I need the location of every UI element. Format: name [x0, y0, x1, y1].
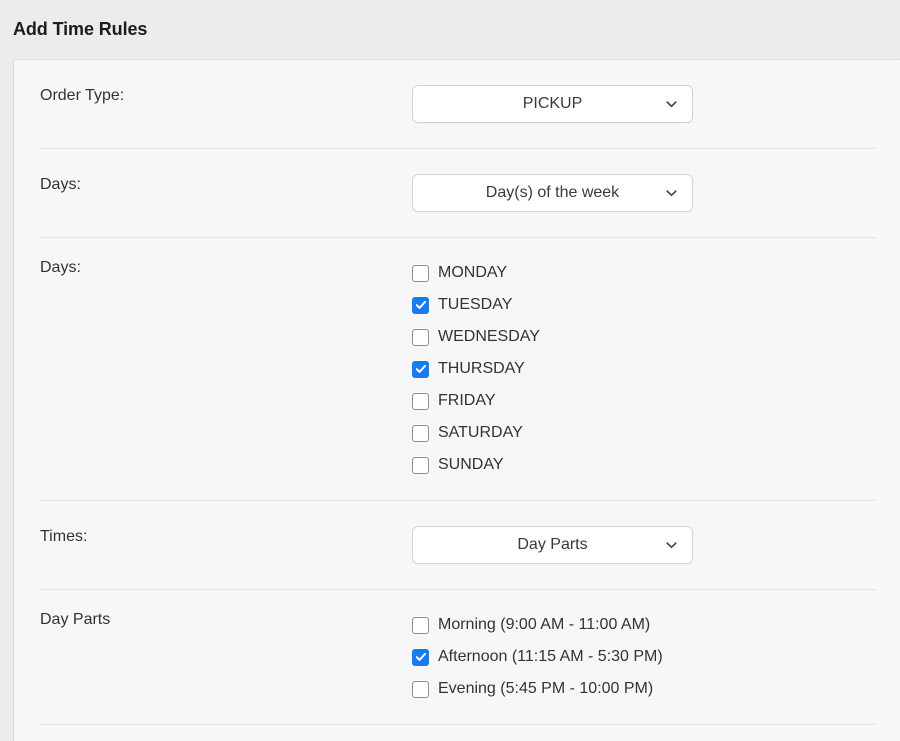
list-item[interactable]: Morning (9:00 AM - 11:00 AM)	[412, 609, 663, 641]
checkbox[interactable]	[412, 680, 429, 698]
days-mode-label: Days:	[40, 176, 81, 193]
row-days-checkboxes: Days: MONDAY TUESDAY WEDNESDAY THURSDAY …	[40, 238, 875, 501]
order-type-label: Order Type:	[40, 87, 125, 104]
days-label: Days:	[40, 259, 81, 276]
checkbox-label: Morning (9:00 AM - 11:00 AM)	[438, 616, 651, 633]
checkbox-label: Evening (5:45 PM - 10:00 PM)	[438, 680, 654, 697]
checkbox-label: SUNDAY	[438, 456, 504, 473]
page-title: Add Time Rules	[13, 18, 148, 39]
order-type-select[interactable]: PICKUP	[412, 85, 693, 123]
list-item[interactable]: Afternoon (11:15 AM - 5:30 PM)	[412, 641, 663, 673]
list-item[interactable]: WEDNESDAY	[412, 321, 540, 353]
row-days-mode: Days: Day(s) of the week	[40, 149, 875, 238]
times-control: Day Parts	[412, 526, 875, 564]
order-type-control: PICKUP	[412, 85, 875, 123]
checkbox-label: FRIDAY	[438, 392, 496, 409]
row-times: Times: Day Parts	[40, 501, 875, 590]
time-rules-form-card: Order Type: PICKUP Days: Day(s) of the w…	[13, 59, 900, 741]
chevron-down-icon	[665, 98, 678, 111]
checkbox-label: THURSDAY	[438, 360, 525, 377]
chevron-down-icon	[665, 187, 678, 200]
days-checkbox-list: MONDAY TUESDAY WEDNESDAY THURSDAY FRIDAY…	[412, 257, 540, 481]
list-item[interactable]: FRIDAY	[412, 385, 540, 417]
checkbox-label: Afternoon (11:15 AM - 5:30 PM)	[438, 648, 663, 665]
checkbox[interactable]	[412, 456, 429, 474]
checkbox[interactable]	[412, 264, 429, 282]
list-item[interactable]: SATURDAY	[412, 417, 540, 449]
times-value: Day Parts	[517, 536, 588, 553]
chevron-down-icon	[665, 539, 678, 552]
day-parts-label: Day Parts	[40, 611, 111, 628]
list-item[interactable]: TUESDAY	[412, 289, 540, 321]
page-header: Add Time Rules	[0, 0, 900, 58]
days-mode-control: Day(s) of the week	[412, 174, 875, 212]
times-select[interactable]: Day Parts	[412, 526, 693, 564]
times-label: Times:	[40, 528, 88, 545]
checkbox-label: MONDAY	[438, 264, 508, 281]
checkbox[interactable]	[412, 360, 429, 378]
row-day-parts: Day Parts Morning (9:00 AM - 11:00 AM) A…	[40, 590, 875, 725]
checkbox[interactable]	[412, 296, 429, 314]
days-mode-select[interactable]: Day(s) of the week	[412, 174, 693, 212]
order-type-value: PICKUP	[522, 95, 583, 112]
checkbox-label: WEDNESDAY	[438, 328, 540, 345]
days-mode-value: Day(s) of the week	[485, 184, 620, 201]
day-parts-control: Morning (9:00 AM - 11:00 AM) Afternoon (…	[412, 609, 875, 705]
checkbox[interactable]	[412, 328, 429, 346]
checkbox[interactable]	[412, 424, 429, 442]
checkbox[interactable]	[412, 392, 429, 410]
checkbox-label: SATURDAY	[438, 424, 523, 441]
days-control: MONDAY TUESDAY WEDNESDAY THURSDAY FRIDAY…	[412, 257, 875, 481]
form-rows: Order Type: PICKUP Days: Day(s) of the w…	[14, 60, 900, 741]
checkbox-label: TUESDAY	[438, 296, 513, 313]
list-item[interactable]: Evening (5:45 PM - 10:00 PM)	[412, 673, 663, 705]
day-parts-checkbox-list: Morning (9:00 AM - 11:00 AM) Afternoon (…	[412, 609, 663, 705]
list-item[interactable]: SUNDAY	[412, 449, 540, 481]
checkbox[interactable]	[412, 616, 429, 634]
list-item[interactable]: THURSDAY	[412, 353, 540, 385]
list-item[interactable]: MONDAY	[412, 257, 540, 289]
row-order-type: Order Type: PICKUP	[40, 60, 875, 149]
checkbox[interactable]	[412, 648, 429, 666]
